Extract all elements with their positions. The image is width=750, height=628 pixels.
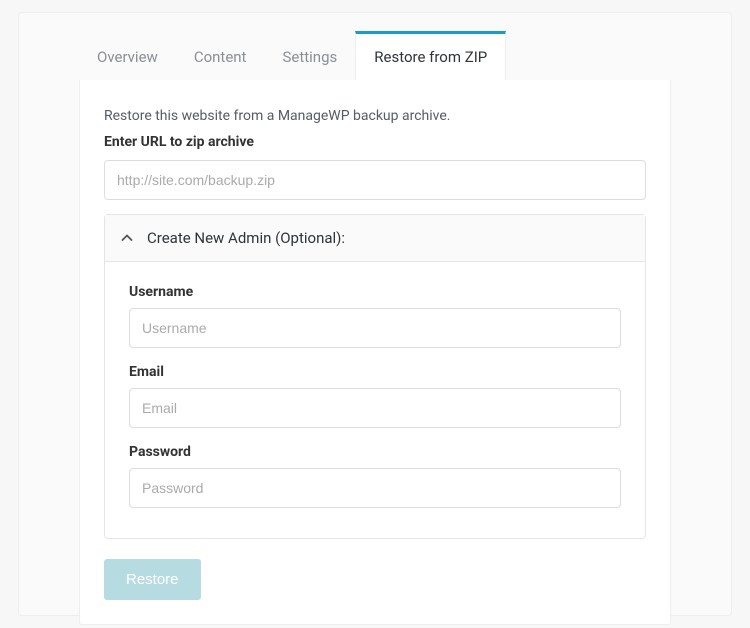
url-label: Enter URL to zip archive	[104, 134, 646, 150]
create-admin-title: Create New Admin (Optional):	[147, 229, 345, 247]
tab-content[interactable]: Content	[176, 31, 265, 80]
email-input[interactable]	[129, 388, 621, 428]
email-label: Email	[129, 364, 621, 380]
zip-url-input[interactable]	[104, 160, 646, 200]
create-admin-body: Username Email Password	[105, 262, 645, 538]
tab-overview[interactable]: Overview	[79, 31, 176, 80]
tab-content-area: Restore this website from a ManageWP bac…	[79, 80, 671, 625]
username-input[interactable]	[129, 308, 621, 348]
create-admin-toggle[interactable]: Create New Admin (Optional):	[105, 215, 645, 262]
password-input[interactable]	[129, 468, 621, 508]
tab-restore-from-zip[interactable]: Restore from ZIP	[355, 31, 506, 80]
restore-description: Restore this website from a ManageWP bac…	[104, 108, 646, 124]
password-label: Password	[129, 444, 621, 460]
username-label: Username	[129, 284, 621, 300]
tab-settings[interactable]: Settings	[264, 31, 355, 80]
settings-panel: Overview Content Settings Restore from Z…	[18, 12, 732, 616]
restore-button[interactable]: Restore	[104, 559, 201, 600]
tab-bar: Overview Content Settings Restore from Z…	[79, 31, 671, 80]
chevron-up-icon	[121, 232, 133, 244]
create-admin-section: Create New Admin (Optional): Username Em…	[104, 214, 646, 539]
